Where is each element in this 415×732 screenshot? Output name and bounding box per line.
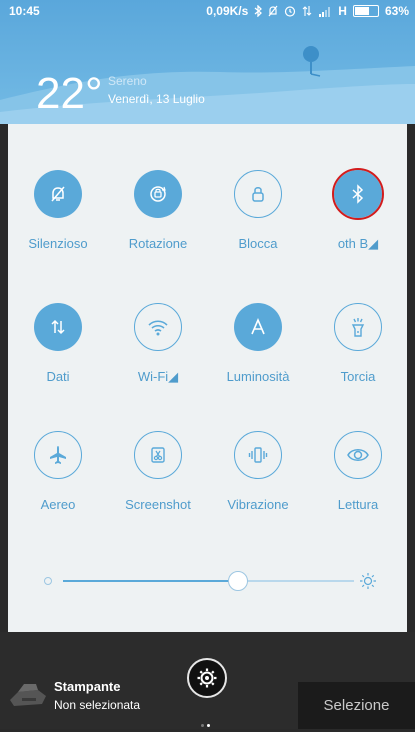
battery-icon (352, 5, 379, 17)
page-indicator (201, 714, 213, 732)
toggle-luminosita[interactable]: Luminosità (208, 303, 308, 403)
brightness-slider[interactable] (38, 569, 378, 593)
gear-icon (197, 668, 217, 688)
toggle-dati[interactable]: Dati (8, 303, 108, 403)
printer-title: Stampante (54, 679, 121, 694)
wifi-icon (134, 303, 182, 351)
toggle-screenshot[interactable]: Screenshot (108, 431, 208, 531)
network-type: H (338, 4, 347, 18)
settings-button[interactable] (187, 658, 227, 698)
select-button[interactable]: Selezione (298, 682, 415, 729)
toggle-label: Lettura (337, 497, 379, 512)
printer-status: Non selezionata (54, 698, 141, 712)
toggle-label: Dati (46, 369, 70, 384)
slider-thumb[interactable] (227, 571, 248, 591)
status-bar: 10:45 0,09K/s H 63% (0, 0, 415, 22)
vibration-icon (234, 431, 282, 479)
status-icons: 0,09K/s H 63% (206, 4, 409, 18)
toggle-label: Vibrazione (227, 497, 289, 512)
brightness-low-icon (44, 577, 52, 585)
temperature: 22° (36, 69, 103, 118)
toggle-wifi[interactable]: Wi-Fi◢ (108, 303, 208, 403)
toggle-label: Screenshot (125, 497, 191, 512)
bell-off-icon (34, 170, 82, 218)
battery-percent: 63% (384, 4, 409, 18)
toggle-label: Rotazione (128, 236, 188, 251)
data-arrows-icon (34, 303, 82, 351)
slider-fill (63, 580, 238, 582)
toggle-aereo[interactable]: Aereo (8, 431, 108, 531)
signal-icon (319, 6, 331, 17)
weather-date: Venerdì, 13 Luglio (108, 92, 205, 106)
bluetooth-status-icon (254, 5, 263, 17)
eye-icon (334, 431, 382, 479)
toggle-lettura[interactable]: Lettura (308, 431, 408, 531)
lock-icon (234, 170, 282, 218)
quick-settings-panel: Silenzioso Rotazione Blocca oth B◢ Dati … (8, 124, 407, 632)
printer-icon (10, 684, 46, 706)
toggle-label: Luminosità (226, 369, 290, 384)
weather-header: 10:45 0,09K/s H 63% 22° Sereno Venerdì, … (0, 0, 415, 124)
toggle-label: oth B◢ (337, 236, 379, 251)
toggle-rotazione[interactable]: Rotazione (108, 170, 208, 270)
data-transfer-status-icon (302, 6, 312, 16)
page-dot (201, 724, 204, 727)
alarm-icon (285, 6, 296, 17)
toggle-label: Torcia (340, 369, 376, 384)
toggle-label: Wi-Fi◢ (137, 369, 179, 384)
toggle-silenzioso[interactable]: Silenzioso (8, 170, 108, 270)
toggle-torcia[interactable]: Torcia (308, 303, 408, 403)
flashlight-icon (334, 303, 382, 351)
screenshot-icon (134, 431, 182, 479)
rotation-lock-icon (134, 170, 182, 218)
toggle-label: Blocca (238, 236, 278, 251)
network-speed: 0,09K/s (206, 4, 249, 18)
highlight-ring (332, 168, 384, 220)
brightness-high-icon (360, 573, 376, 589)
airplane-icon (34, 431, 82, 479)
bell-off-status-icon (268, 5, 278, 17)
auto-brightness-icon (234, 303, 282, 351)
bottom-bar: Stampante Non selezionata Selezione (0, 632, 415, 729)
status-time: 10:45 (9, 4, 40, 18)
toggle-label: Silenzioso (28, 236, 88, 251)
toggle-label: Aereo (40, 497, 76, 512)
weather-condition: Sereno (108, 74, 147, 88)
toggle-blocca[interactable]: Blocca (208, 170, 308, 270)
page-dot-active (207, 724, 210, 727)
toggle-vibrazione[interactable]: Vibrazione (208, 431, 308, 531)
